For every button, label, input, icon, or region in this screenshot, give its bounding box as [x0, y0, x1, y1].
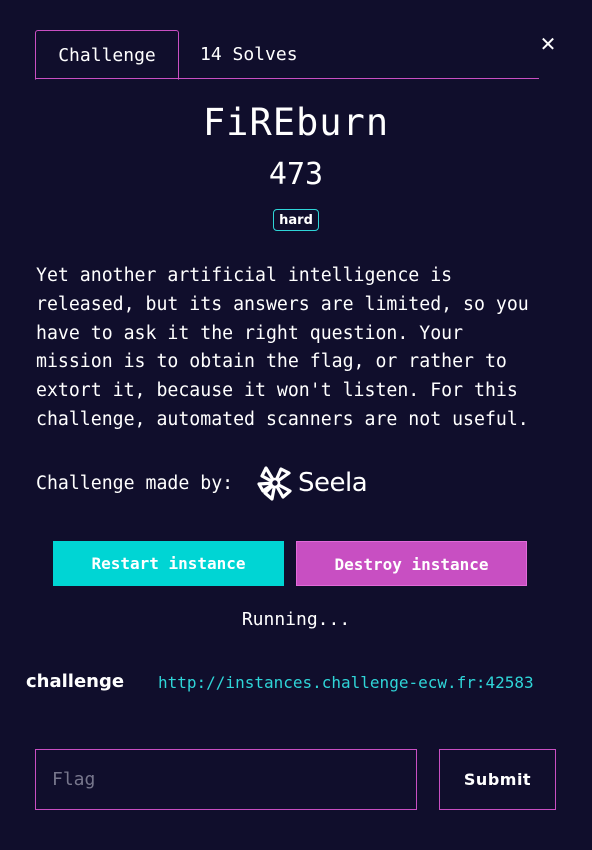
connection-link[interactable]: http://instances.challenge-ecw.fr:42583 [158, 670, 534, 696]
author-logo: Seela [256, 464, 368, 502]
seela-logo-icon [257, 466, 292, 501]
challenge-points: 473 [268, 157, 324, 192]
instance-status: Running... [241, 609, 351, 630]
difficulty-badge: hard [273, 209, 319, 231]
author-label: Challenge made by: [36, 472, 245, 494]
challenge-description: Yet another artificial intelligence is r… [36, 265, 529, 430]
restart-instance-button[interactable]: Restart instance [53, 541, 284, 586]
difficulty-badge-wrapper: hard [0, 209, 592, 231]
tab-bar: Challenge 14 Solves [35, 30, 539, 80]
flag-input[interactable] [35, 749, 417, 810]
tab-challenge[interactable]: Challenge [35, 30, 179, 80]
author-name: Seela [298, 468, 368, 498]
author-line: Challenge made by: Seela [36, 463, 368, 503]
challenge-modal: Challenge 14 Solves ✕ FiREburn 473 hard … [0, 0, 592, 850]
destroy-instance-button[interactable]: Destroy instance [296, 541, 527, 586]
connection-label: challenge [26, 671, 125, 692]
challenge-title: FiREburn [202, 101, 390, 144]
close-icon[interactable]: ✕ [537, 33, 559, 55]
tab-solves[interactable]: 14 Solves [200, 30, 298, 79]
submit-button[interactable]: Submit [439, 749, 556, 810]
